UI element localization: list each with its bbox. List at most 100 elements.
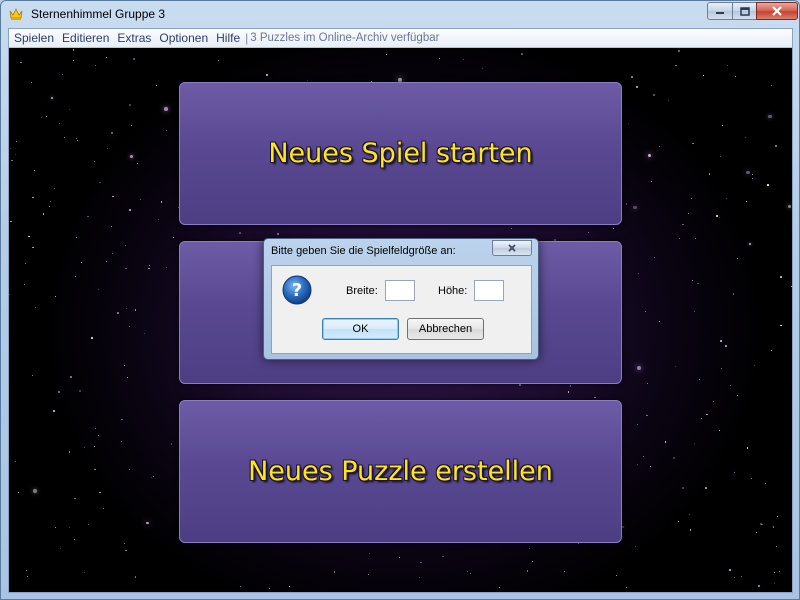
star-decoration <box>705 487 707 489</box>
star-decoration <box>748 242 752 246</box>
close-icon <box>772 6 782 16</box>
new-game-button[interactable]: Neues Spiel starten <box>179 82 622 225</box>
svg-text:?: ? <box>292 280 302 301</box>
star-decoration <box>149 265 151 266</box>
height-field[interactable] <box>474 280 504 301</box>
star-decoration <box>690 197 693 200</box>
new-puzzle-button[interactable]: Neues Puzzle erstellen <box>179 400 622 543</box>
star-decoration <box>768 114 773 119</box>
star-decoration <box>127 377 128 378</box>
star-decoration <box>288 586 290 587</box>
star-decoration <box>775 546 777 548</box>
star-decoration <box>367 574 370 576</box>
width-label: Breite: <box>346 285 378 297</box>
star-decoration <box>60 547 62 549</box>
menu-extras[interactable]: Extras <box>113 31 155 45</box>
star-decoration <box>123 364 125 366</box>
star-decoration <box>125 268 127 270</box>
star-decoration <box>745 201 747 202</box>
star-decoration <box>157 219 159 220</box>
star-decoration <box>74 539 75 540</box>
star-decoration <box>136 162 138 164</box>
star-decoration <box>94 160 95 162</box>
menu-optionen[interactable]: Optionen <box>155 31 212 45</box>
star-decoration <box>693 442 695 444</box>
close-icon <box>508 244 516 252</box>
star-decoration <box>155 84 158 87</box>
star-decoration <box>741 575 742 577</box>
menu-editieren[interactable]: Editieren <box>58 31 113 45</box>
star-decoration <box>32 246 34 249</box>
star-decoration <box>54 526 56 528</box>
star-decoration <box>667 100 669 102</box>
star-decoration <box>16 140 18 142</box>
menu-spielen[interactable]: Spielen <box>9 31 58 45</box>
cancel-button[interactable]: Abbrechen <box>407 318 484 340</box>
ok-button[interactable]: OK <box>322 318 399 340</box>
star-decoration <box>722 125 724 126</box>
star-decoration <box>693 311 695 313</box>
star-decoration <box>170 443 173 445</box>
star-decoration <box>569 385 572 387</box>
star-decoration <box>72 49 75 51</box>
star-decoration <box>268 587 271 589</box>
maximize-button[interactable] <box>732 2 757 20</box>
star-decoration <box>76 237 78 239</box>
star-decoration <box>567 390 570 393</box>
star-decoration <box>94 427 96 429</box>
star-decoration <box>99 491 101 494</box>
star-decoration <box>746 170 750 175</box>
star-decoration <box>121 440 123 442</box>
star-decoration <box>33 170 35 171</box>
star-decoration <box>499 587 500 589</box>
star-decoration <box>439 58 441 60</box>
star-decoration <box>678 50 680 52</box>
star-decoration <box>751 177 754 179</box>
star-decoration <box>146 521 149 524</box>
star-decoration <box>58 122 61 125</box>
star-decoration <box>218 59 220 61</box>
star-decoration <box>129 104 131 106</box>
height-label: Höhe: <box>438 285 468 297</box>
star-decoration <box>636 86 638 88</box>
star-decoration <box>463 58 465 60</box>
star-decoration <box>134 576 137 578</box>
dialog-close-button[interactable] <box>492 240 532 256</box>
star-decoration <box>528 548 530 549</box>
star-decoration <box>765 482 767 484</box>
star-decoration <box>692 142 694 144</box>
star-decoration <box>150 476 152 478</box>
star-decoration <box>106 260 108 263</box>
star-decoration <box>677 520 679 522</box>
star-decoration <box>622 525 625 528</box>
width-field[interactable] <box>385 280 415 301</box>
menu-separator: | <box>245 31 249 45</box>
star-decoration <box>780 324 782 327</box>
star-decoration <box>107 147 109 150</box>
minimize-button[interactable] <box>707 2 733 20</box>
star-decoration <box>708 173 711 176</box>
star-decoration <box>24 283 25 285</box>
star-decoration <box>625 587 627 588</box>
star-decoration <box>636 423 639 426</box>
star-decoration <box>166 130 167 131</box>
star-decoration <box>772 526 775 528</box>
star-decoration <box>587 232 589 234</box>
menu-hilfe[interactable]: Hilfe <box>212 31 244 45</box>
star-decoration <box>368 553 370 554</box>
star-decoration <box>125 549 127 551</box>
close-button[interactable] <box>756 2 798 20</box>
star-decoration <box>719 156 721 157</box>
star-decoration <box>650 465 652 467</box>
star-decoration <box>721 367 722 369</box>
star-decoration <box>726 197 728 199</box>
star-decoration <box>698 379 700 381</box>
title-bar[interactable]: Sternenhimmel Gruppe 3 <box>1 1 799 27</box>
window-title: Sternenhimmel Gruppe 3 <box>31 7 166 21</box>
star-decoration <box>775 145 777 147</box>
star-decoration <box>526 570 529 572</box>
star-decoration <box>645 311 647 313</box>
star-decoration <box>111 132 114 134</box>
star-decoration <box>695 238 696 239</box>
new-puzzle-label: Neues Puzzle erstellen <box>248 456 553 487</box>
